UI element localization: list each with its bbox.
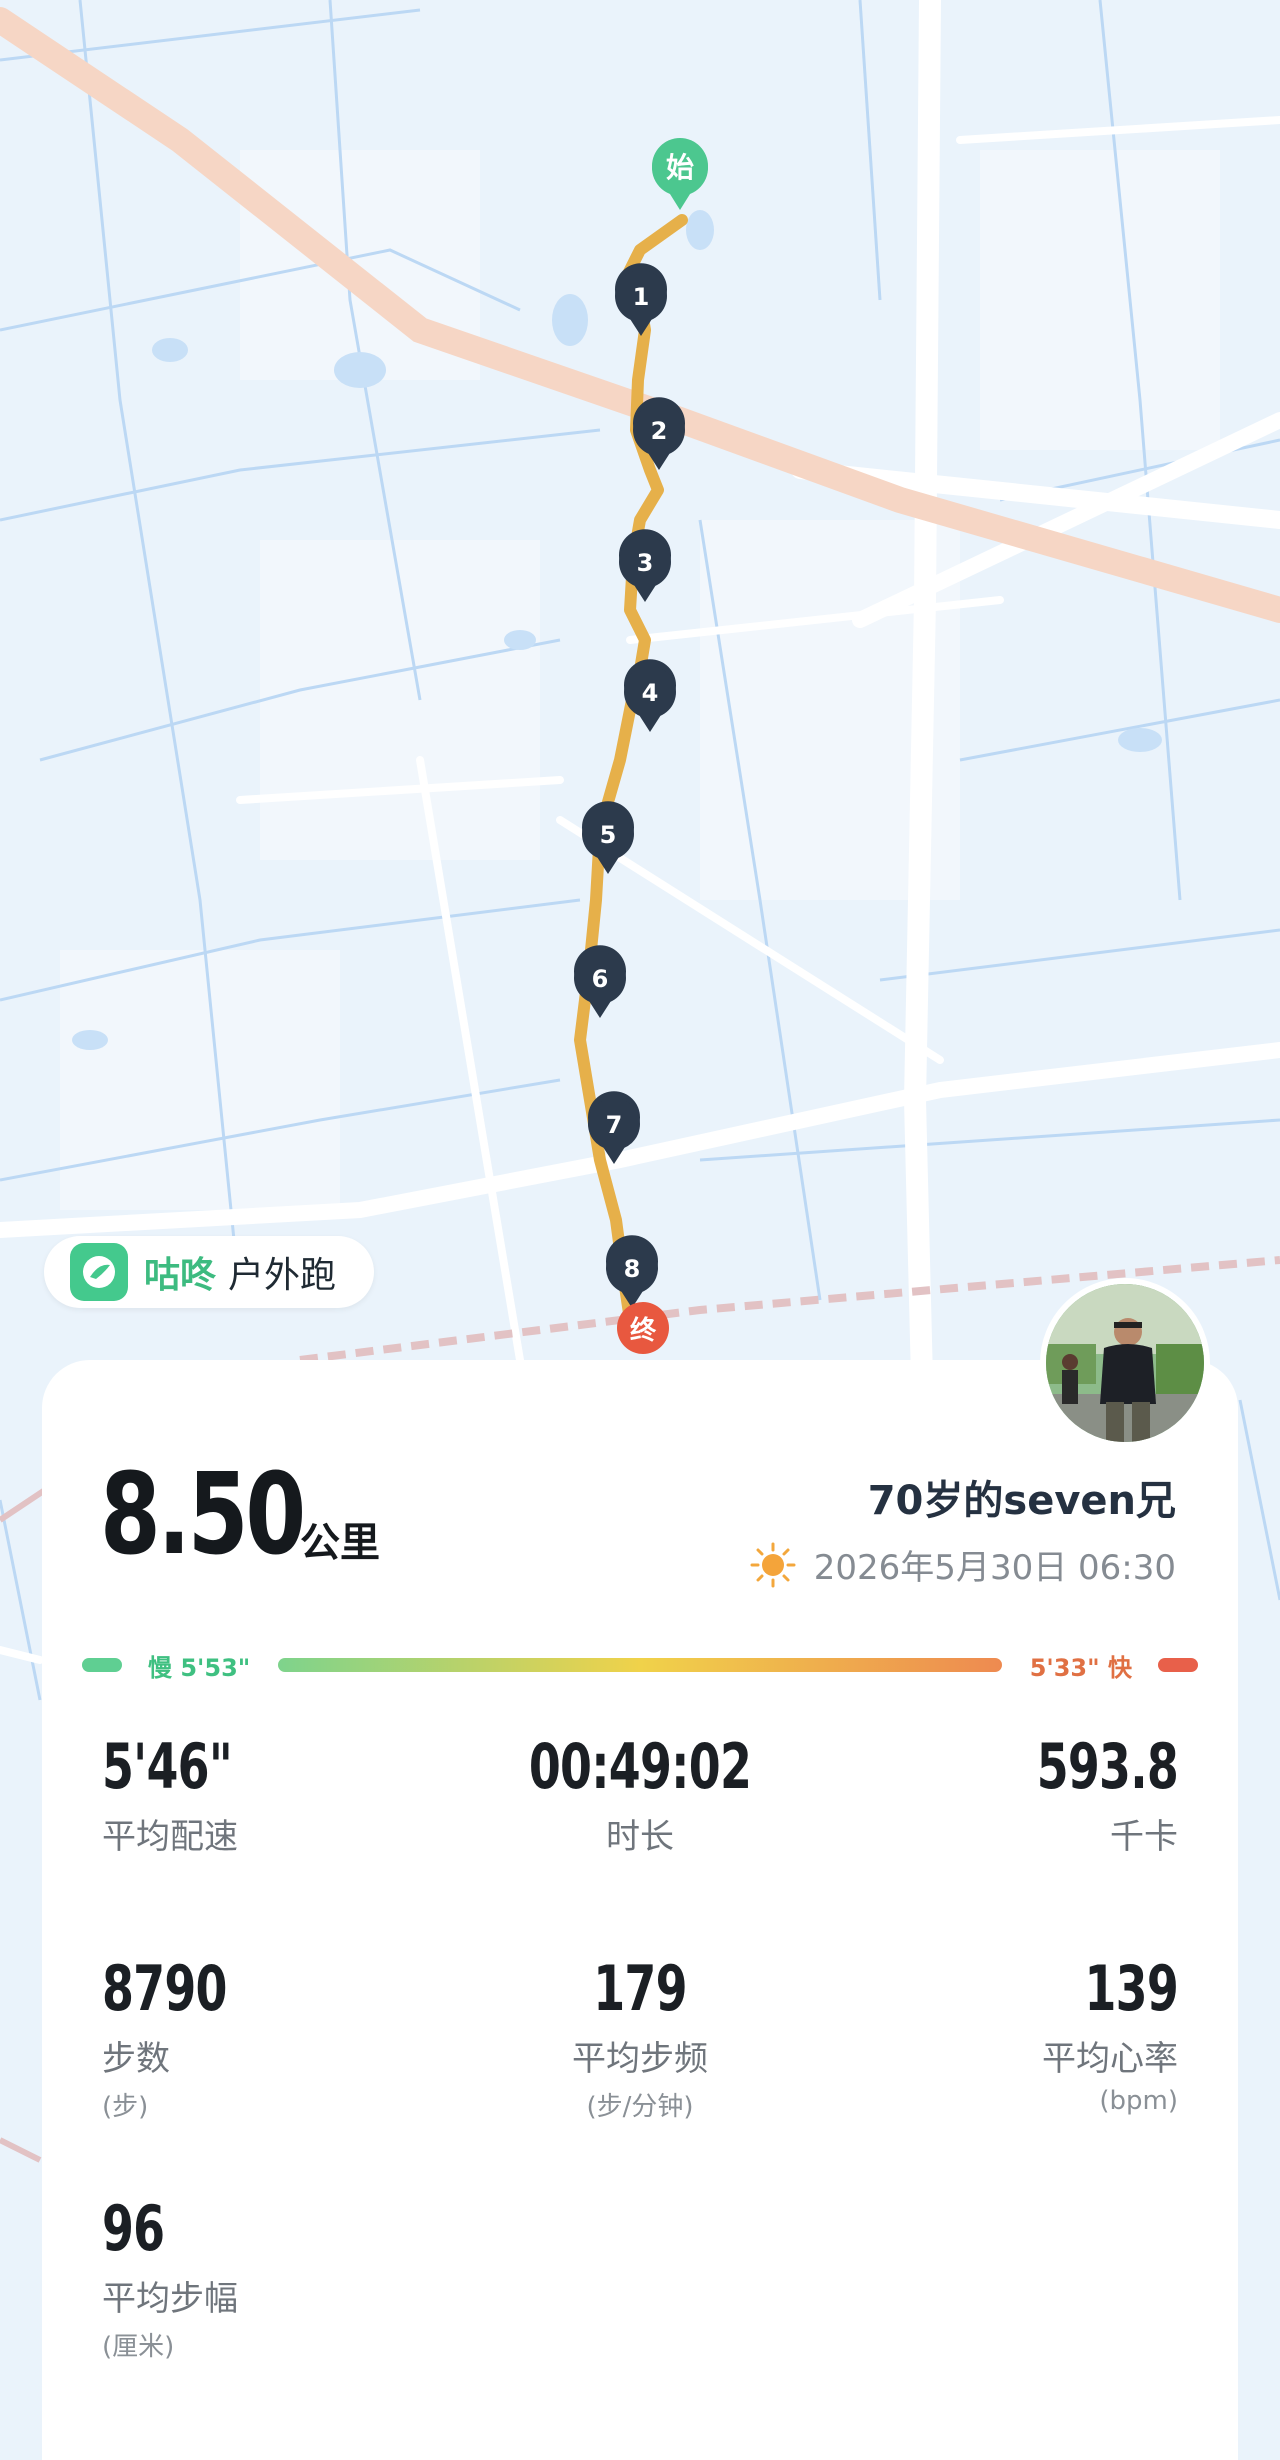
stat-label: 时长 <box>606 1817 674 1857</box>
km-marker-label: 5 <box>600 821 617 849</box>
stat-avg-pace: 5'46" 平均配速 <box>102 1730 278 1858</box>
pace-fast-cap <box>1158 1658 1198 1672</box>
stat-label: 平均配速 <box>102 1817 238 1857</box>
stat-stride: 96 平均步幅 (厘米) <box>102 2192 238 2363</box>
stat-cadence: 179 平均步频 (步/分钟) <box>440 1952 840 2123</box>
workout-date-row: 2026年5月30日 06:30 <box>750 1540 1176 1589</box>
pace-gradient-bar <box>278 1658 1002 1672</box>
stat-duration: 00:49:02 时长 <box>440 1730 840 1858</box>
stat-calories: 593.8 千卡 <box>987 1730 1179 1858</box>
stat-unit: (步/分钟) <box>586 2092 694 2122</box>
stat-steps: 8790 步数 (步) <box>102 1952 271 2123</box>
stat-value: 5'46" <box>102 1730 233 1803</box>
stat-unit: (步) <box>102 2092 149 2122</box>
stat-label: 千卡 <box>1110 1817 1178 1857</box>
workout-datetime: 2026年5月30日 06:30 <box>813 1548 1176 1588</box>
app-brand-pill: 咕咚 户外跑 <box>44 1236 374 1308</box>
user-avatar[interactable] <box>1040 1278 1210 1448</box>
sun-icon <box>750 1542 796 1587</box>
sport-mode-label: 户外跑 <box>228 1255 337 1296</box>
pace-scale: 慢 5'53" 5'33" 快 <box>82 1644 1198 1684</box>
stat-value: 00:49:02 <box>528 1730 752 1803</box>
stat-unit: (bpm) <box>1099 2086 1178 2116</box>
stat-value: 179 <box>593 1952 687 2025</box>
km-marker-label: 2 <box>651 417 668 445</box>
route-end-marker[interactable]: 终 <box>617 1302 669 1354</box>
stat-unit: (厘米) <box>102 2332 175 2362</box>
km-marker-label: 4 <box>642 679 659 707</box>
pace-fast-label: 5'33" 快 <box>1029 1654 1132 1682</box>
km-marker-label: 3 <box>637 549 654 577</box>
stat-value: 96 <box>102 2192 165 2265</box>
brand-name: 咕咚 <box>144 1255 217 1296</box>
km-marker-label: 1 <box>633 283 650 311</box>
pace-slow-cap <box>82 1658 122 1672</box>
stat-value: 8790 <box>102 1952 227 2025</box>
user-name[interactable]: 70岁的seven兄 <box>868 1468 1176 1526</box>
start-marker-label: 始 <box>666 151 694 184</box>
stat-label: 平均步幅 <box>102 2279 238 2319</box>
km-marker-label: 7 <box>606 1111 623 1139</box>
end-marker-label: 终 <box>630 1315 657 1346</box>
distance-unit: 公里 <box>300 1520 380 1566</box>
stat-value: 139 <box>1084 1952 1178 2025</box>
codoon-logo-icon <box>70 1243 128 1301</box>
km-marker-label: 6 <box>592 965 609 993</box>
stat-value: 593.8 <box>1036 1730 1179 1803</box>
stat-label: 步数 <box>102 2039 170 2079</box>
km-marker-label: 8 <box>624 1255 641 1283</box>
stat-label: 平均步频 <box>572 2039 708 2079</box>
workout-summary-card: 8.50 公里 70岁的seven兄 2026年5月30日 06:30 慢 5'… <box>42 1360 1238 2460</box>
stat-heart-rate: 139 平均心率 (bpm) <box>1042 1952 1179 2116</box>
pace-slow-label: 慢 5'53" <box>148 1654 251 1682</box>
stat-label: 平均心率 <box>1042 2039 1178 2079</box>
distance-value: 8.50 <box>100 1450 306 1580</box>
